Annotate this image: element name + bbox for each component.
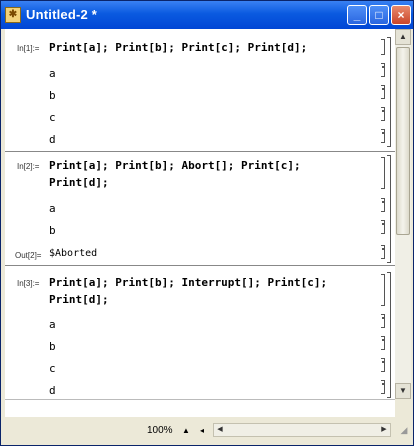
arrow-down-icon[interactable]: ▼: [395, 383, 411, 399]
print-output: b: [49, 224, 56, 237]
print-output: c: [49, 362, 56, 375]
title-bar[interactable]: ✱ Untitled-2 * _ □ ×: [1, 1, 413, 29]
cell-bracket[interactable]: [381, 129, 385, 143]
print-output: d: [49, 133, 56, 146]
cell-divider: [5, 265, 395, 266]
horizontal-scrollbar[interactable]: ◀ ▶: [213, 423, 391, 437]
cell-bracket[interactable]: [381, 157, 385, 189]
group-bracket[interactable]: [387, 155, 391, 263]
notebook-window: ✱ Untitled-2 * _ □ × In[1]:= Print[a]; P…: [0, 0, 414, 446]
print-output: c: [49, 111, 56, 124]
cell-divider: [5, 151, 395, 152]
cell-bracket[interactable]: [381, 63, 385, 77]
output-value: $Aborted: [49, 248, 98, 259]
window-title: Untitled-2 *: [26, 7, 98, 22]
input-line[interactable]: Print[d];: [49, 176, 109, 189]
cell-label-in2: In[2]:=: [17, 162, 40, 171]
zoom-down-icon[interactable]: ◂: [197, 426, 207, 436]
input-line[interactable]: Print[a]; Print[b]; Abort[]; Print[c];: [49, 159, 301, 172]
maximize-button[interactable]: □: [369, 5, 389, 25]
print-output: a: [49, 202, 56, 215]
print-output: d: [49, 384, 56, 397]
cell-insertion-area[interactable]: [5, 399, 395, 417]
cell-bracket[interactable]: [381, 198, 385, 212]
cell-bracket[interactable]: [381, 274, 385, 306]
cell-label-in1: In[1]:=: [17, 44, 40, 53]
group-bracket[interactable]: [387, 272, 391, 398]
arrow-left-icon[interactable]: ◀: [214, 424, 226, 436]
notebook-content[interactable]: In[1]:= Print[a]; Print[b]; Print[c]; Pr…: [5, 29, 395, 399]
group-bracket[interactable]: [387, 37, 391, 147]
input-line[interactable]: Print[a]; Print[b]; Print[c]; Print[d];: [49, 41, 307, 54]
cell-bracket[interactable]: [381, 245, 385, 259]
print-output: a: [49, 67, 56, 80]
input-line[interactable]: Print[d];: [49, 293, 109, 306]
print-output: b: [49, 89, 56, 102]
vertical-scrollbar[interactable]: ▲ ▼: [395, 29, 411, 399]
cell-bracket[interactable]: [381, 220, 385, 234]
resize-grip-icon[interactable]: ◢: [397, 423, 411, 437]
print-output: a: [49, 318, 56, 331]
arrow-right-icon[interactable]: ▶: [378, 424, 390, 436]
input-line[interactable]: Print[a]; Print[b]; Interrupt[]; Print[c…: [49, 276, 327, 289]
zoom-up-icon[interactable]: ▲: [181, 426, 191, 436]
cell-bracket[interactable]: [381, 314, 385, 328]
cell-label-in3: In[3]:=: [17, 279, 40, 288]
cell-bracket[interactable]: [381, 85, 385, 99]
close-button[interactable]: ×: [391, 5, 411, 25]
minimize-button[interactable]: _: [347, 5, 367, 25]
scroll-thumb[interactable]: [396, 47, 410, 235]
zoom-level[interactable]: 100%: [147, 425, 173, 436]
arrow-up-icon[interactable]: ▲: [395, 29, 411, 45]
status-bar: 100% ▲ ◂ ◀ ▶ ◢: [5, 419, 411, 441]
bottom-area: 100% ▲ ◂ ◀ ▶ ◢: [5, 399, 411, 443]
cell-bracket[interactable]: [381, 358, 385, 372]
mathematica-icon: ✱: [5, 7, 21, 23]
cell-bracket[interactable]: [381, 380, 385, 394]
cell-bracket[interactable]: [381, 336, 385, 350]
cell-label-out2: Out[2]=: [15, 251, 42, 260]
cell-bracket[interactable]: [381, 107, 385, 121]
print-output: b: [49, 340, 56, 353]
cell-bracket[interactable]: [381, 39, 385, 55]
